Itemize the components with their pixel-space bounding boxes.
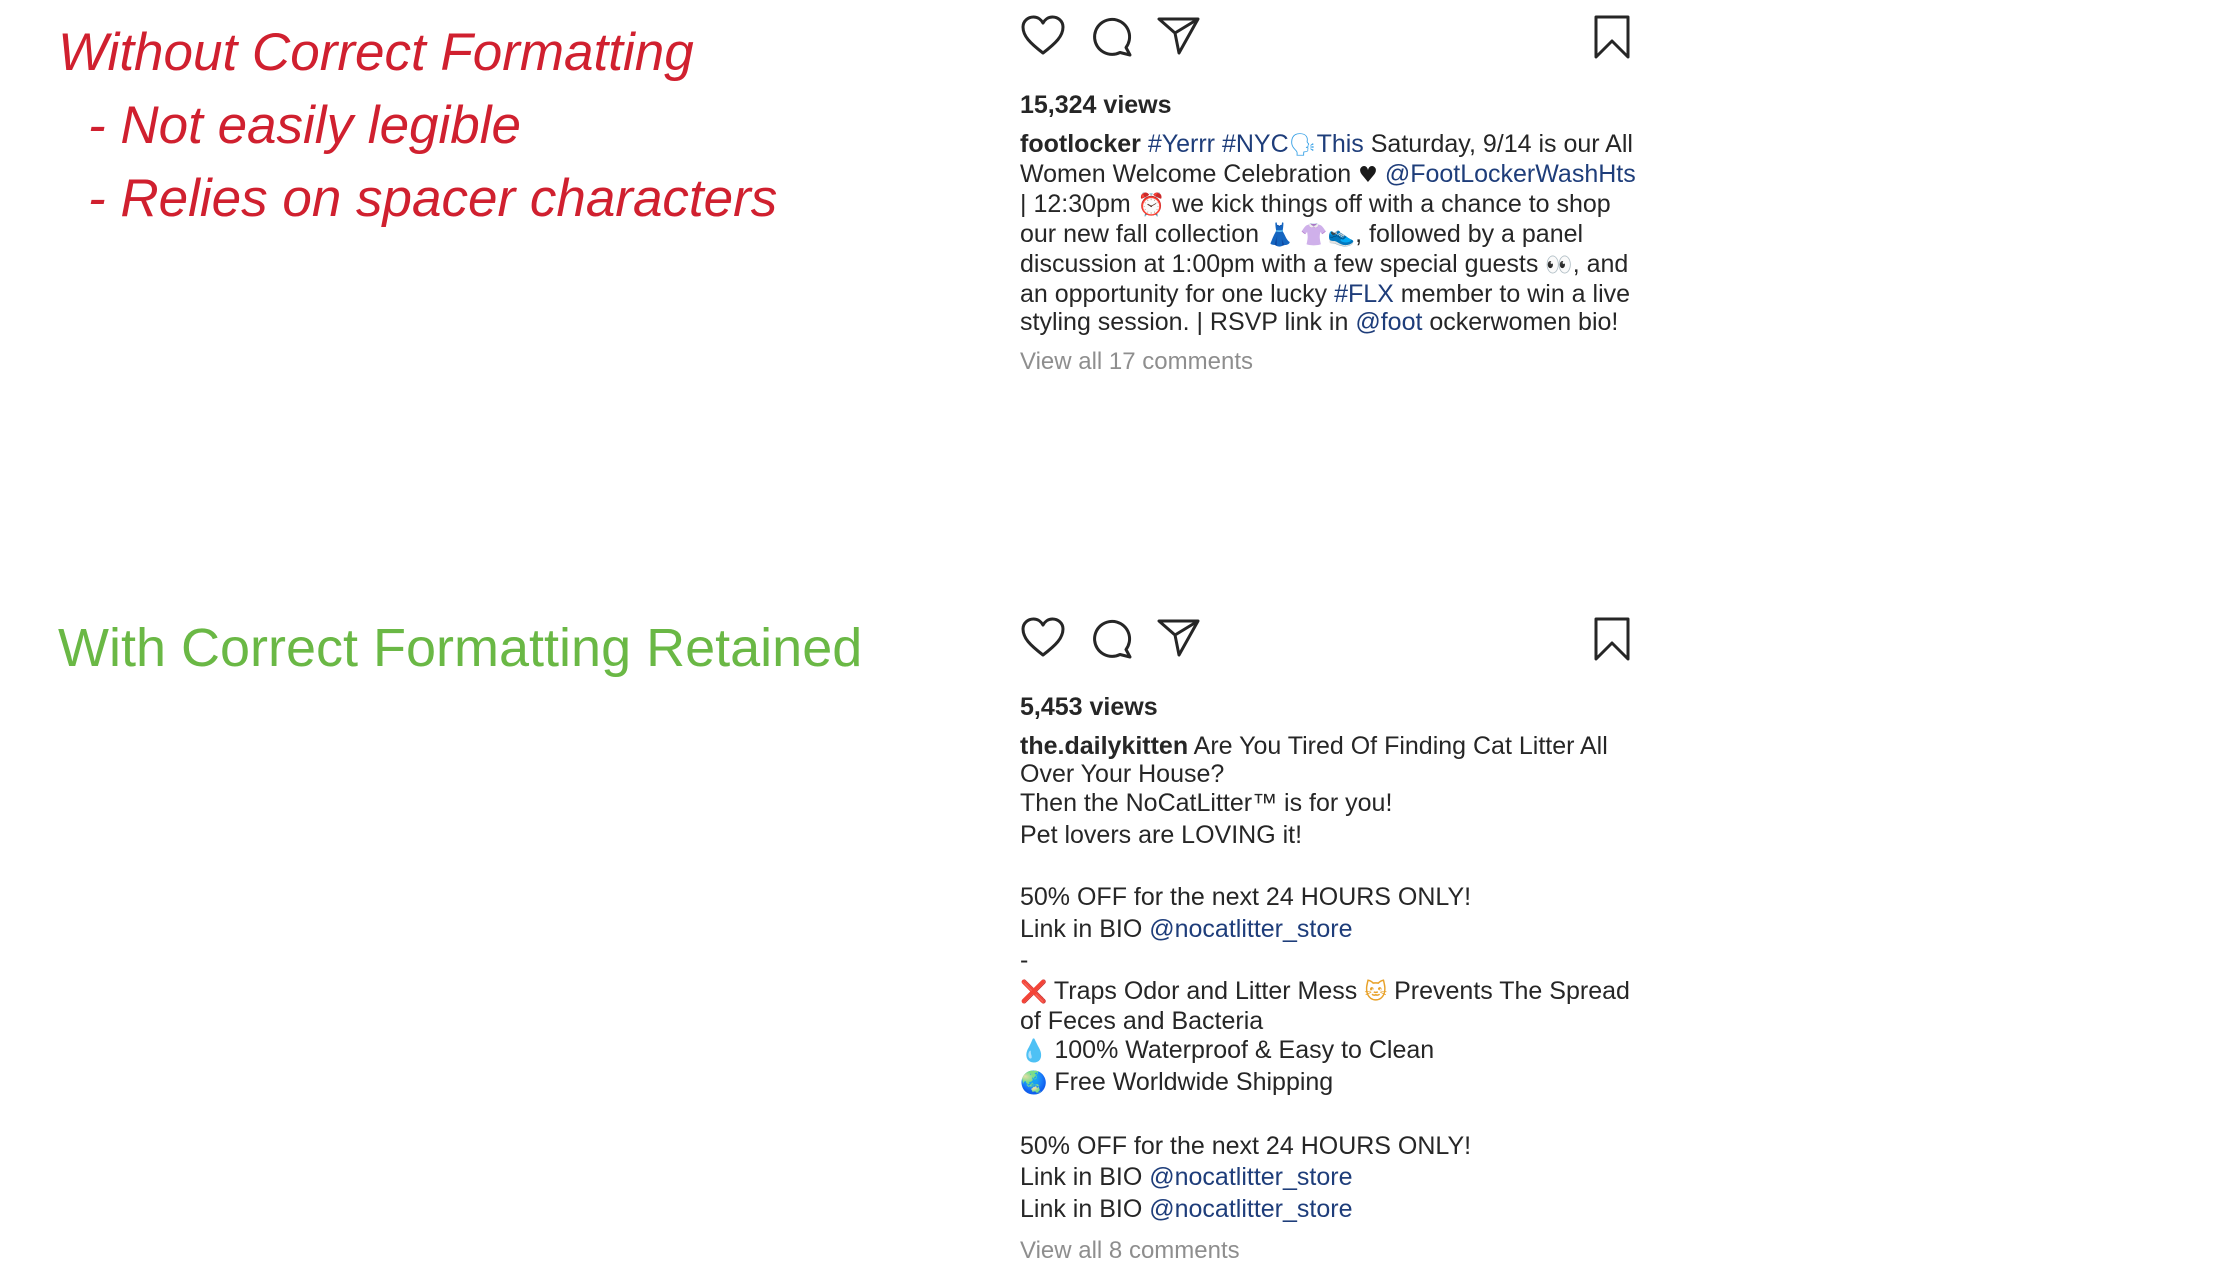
action-bar (1020, 616, 1640, 666)
caption-emoji: 👟 (1327, 223, 1356, 248)
caption-line: Pet lovers are LOVING it! (1020, 820, 1303, 849)
view-all-comments-link[interactable]: View all 8 comments (1020, 1237, 1640, 1265)
comment-icon (1093, 17, 1132, 57)
caption-line: Then the NoCatLitter™ is for you! (1020, 789, 1393, 817)
caption-link[interactable]: #NYC (1222, 130, 1289, 158)
caption-emoji: 👀 (1545, 253, 1573, 278)
heart-icon (1021, 15, 1065, 55)
caption-emoji: 👗 (1265, 223, 1294, 248)
bookmark-icon (1594, 617, 1630, 661)
caption-line: Link in BIO @nocatlitter_store (1020, 914, 1640, 946)
caption-emoji: ⏰ (1137, 193, 1166, 218)
save-button[interactable] (1592, 14, 1632, 60)
share-icon (1157, 17, 1200, 55)
caption-text: Link in BIO (1020, 1194, 1150, 1223)
share-icon (1157, 619, 1200, 657)
username-link[interactable]: the.dailykitten (1020, 732, 1188, 760)
caption-line: 💧 100% Waterproof & Easy to Clean (1020, 1035, 1640, 1068)
store-handle-link[interactable]: @nocatlitter_store (1149, 1163, 1352, 1191)
caption-text: 100% Waterproof & Easy to Clean (1054, 1035, 1435, 1064)
annotation-point: - Not easily legible (88, 96, 522, 155)
caption-text: ockerwomen bio! (1422, 308, 1619, 336)
caption-line: 🌏 Free Worldwide Shipping (1020, 1067, 1640, 1100)
caption-text (1378, 160, 1385, 188)
save-button[interactable] (1592, 616, 1632, 662)
action-bar (1020, 14, 1640, 64)
caption-text: Free Worldwide Shipping (1054, 1068, 1334, 1096)
caption-text (1215, 130, 1222, 158)
globe-emoji: 🌏 (1020, 1071, 1048, 1096)
caption-text: | 12:30pm (1020, 190, 1138, 218)
cat-face-emoji: 🐱 (1364, 979, 1388, 1005)
view-count: 5,453 views (1020, 693, 1158, 721)
caption-text: #Yerrr #NYC🗣This Saturday, 9/14 is our A… (1020, 130, 1636, 336)
caption-link[interactable]: This (1317, 130, 1364, 158)
caption-line: 50% OFF for the next 24 HOURS ONLY! (1020, 883, 1472, 911)
caption-link[interactable]: @FootLockerWashHts (1385, 160, 1636, 188)
share-button[interactable] (1156, 616, 1202, 658)
caption-line: 50% OFF for the next 24 HOURS ONLY! (1020, 1131, 1472, 1160)
caption-line: the.dailykitten Are You Tired Of Finding… (1020, 732, 1640, 788)
caption-link[interactable]: #FLX (1334, 280, 1394, 308)
instagram-post-footlocker: 15,324 views footlocker #Yerrr #NYC🗣This… (1020, 14, 1640, 376)
post-caption: the.dailykitten Are You Tired Of Finding… (1020, 732, 1640, 1225)
store-handle-link[interactable]: @nocatlitter_store (1149, 1195, 1352, 1223)
caption-line: - (1020, 946, 1029, 974)
caption-line: ❌ Traps Odor and Litter Mess 🐱 Prevents … (1020, 977, 1640, 1035)
like-button[interactable] (1020, 616, 1066, 658)
caption-text: Traps Odor and Litter Mess (1053, 976, 1358, 1005)
annotation-without-formatting: Without Correct Formatting - Not easily … (58, 16, 777, 235)
share-button[interactable] (1156, 14, 1202, 56)
heart-icon (1021, 617, 1065, 657)
store-handle-link[interactable]: @nocatlitter_store (1149, 915, 1352, 943)
bookmark-icon (1594, 15, 1630, 59)
caption-text: Link in BIO (1020, 1163, 1150, 1191)
caption-emoji: 👚 (1300, 223, 1328, 248)
caption-line: Link in BIO @nocatlitter_store (1020, 1162, 1640, 1194)
comment-button[interactable] (1090, 14, 1134, 58)
annotation-with-formatting: With Correct Formatting Retained (58, 612, 862, 685)
caption-emoji: ♥ (1358, 163, 1378, 188)
cross-mark-emoji: ❌ (1020, 979, 1048, 1005)
caption-emoji: 🗣 (1288, 133, 1317, 158)
droplet-emoji: 💧 (1020, 1038, 1048, 1064)
caption-link[interactable]: #Yerrr (1148, 130, 1215, 158)
post-caption: footlocker #Yerrr #NYC🗣This Saturday, 9/… (1020, 130, 1640, 336)
like-button[interactable] (1020, 14, 1066, 56)
annotation-title: Without Correct Formatting (58, 23, 694, 82)
comment-icon (1093, 619, 1132, 659)
caption-line: Link in BIO @nocatlitter_store (1020, 1194, 1640, 1226)
username-link[interactable]: footlocker (1020, 130, 1141, 158)
comment-button[interactable] (1090, 616, 1134, 660)
view-count: 15,324 views (1020, 91, 1172, 119)
annotation-title: With Correct Formatting Retained (58, 618, 863, 678)
caption-text: Link in BIO (1020, 914, 1150, 943)
annotation-point: - Relies on spacer characters (88, 169, 778, 228)
instagram-post-dailykitten: 5,453 views the.dailykitten Are You Tire… (1020, 616, 1640, 1265)
view-all-comments-link[interactable]: View all 17 comments (1020, 348, 1640, 376)
caption-link[interactable]: @foot (1355, 308, 1422, 336)
